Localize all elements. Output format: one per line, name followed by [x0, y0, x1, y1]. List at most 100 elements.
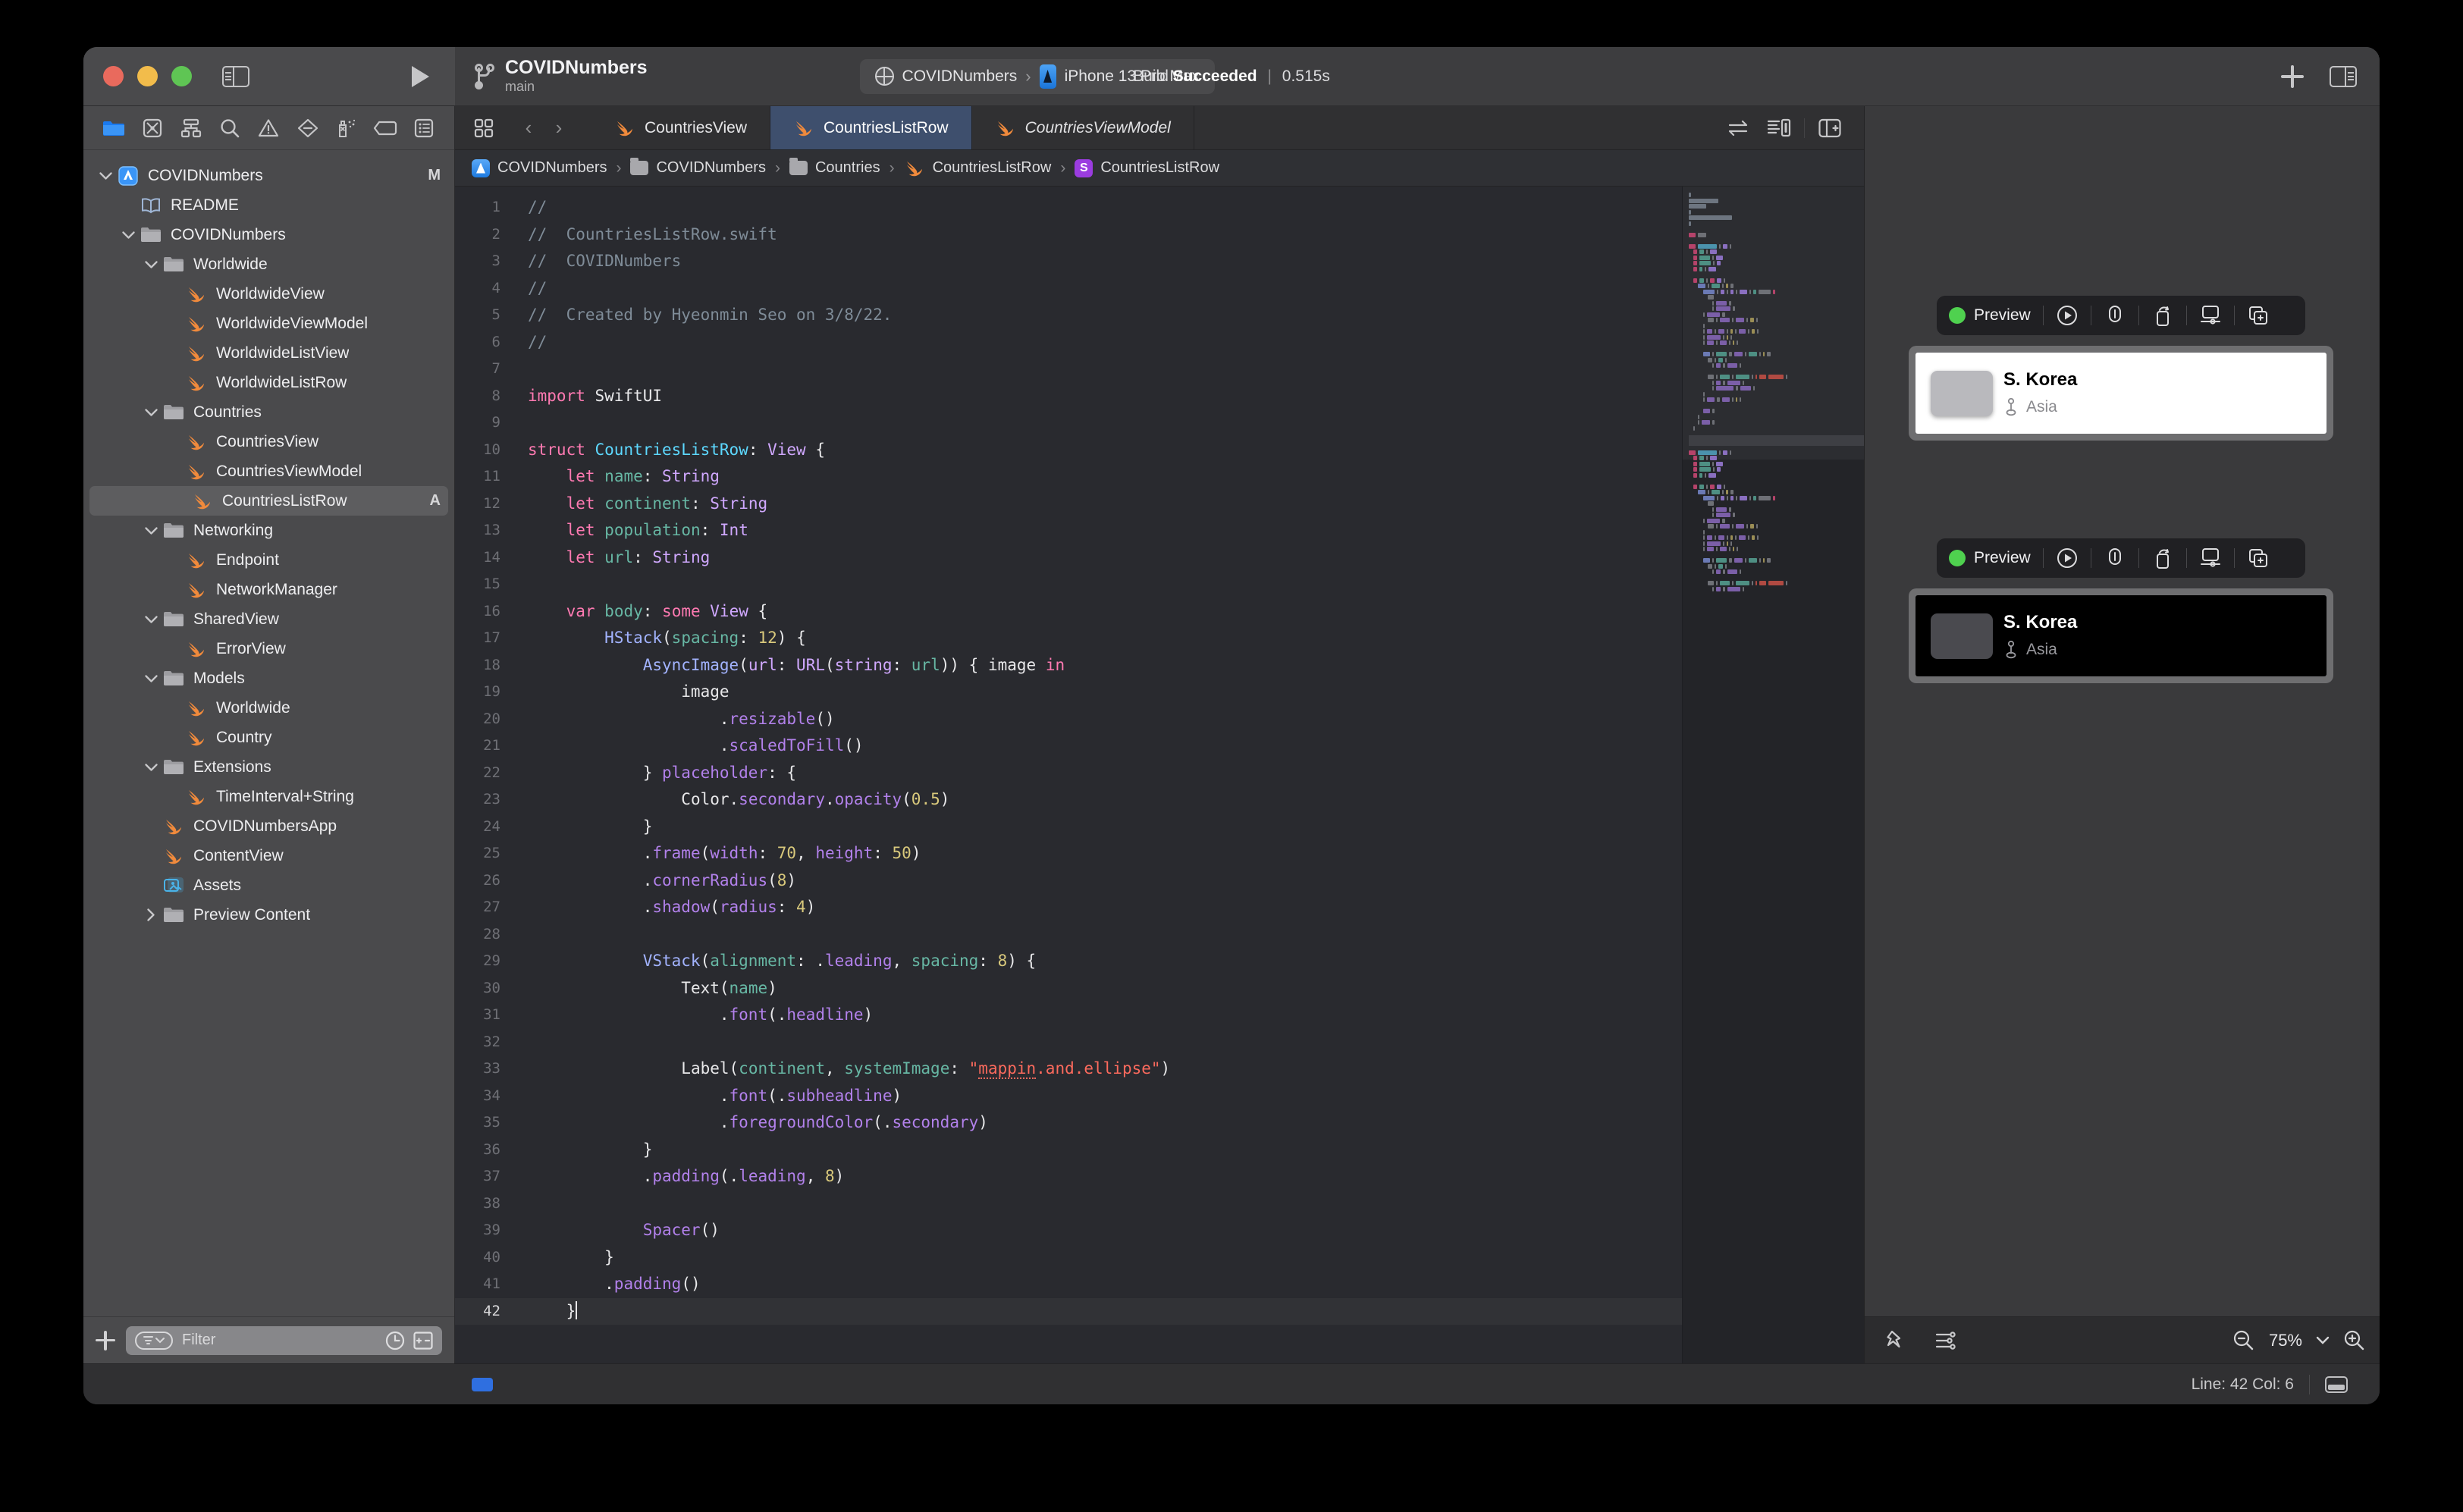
filter-input[interactable]: Filter: [126, 1326, 442, 1355]
code-line[interactable]: 26 .cornerRadius(8): [455, 867, 1682, 895]
file-tree-row[interactable]: Networking: [83, 516, 454, 545]
file-tree-row[interactable]: COVIDNumbersM: [83, 161, 454, 190]
code-line[interactable]: 18 AsyncImage(url: URL(string: url)) { i…: [455, 652, 1682, 679]
preview-live-toggle[interactable]: Preview: [1949, 306, 2043, 325]
navigate-back-icon[interactable]: ‹: [513, 116, 544, 140]
device-settings-icon[interactable]: [2187, 305, 2234, 326]
breadcrumb-item[interactable]: SCountriesListRow: [1075, 159, 1219, 177]
code-line[interactable]: 12 let continent: String: [455, 491, 1682, 518]
symbol-hierarchy-icon[interactable]: [171, 113, 210, 143]
toggle-debug-area-icon[interactable]: [2325, 1376, 2348, 1393]
code-line[interactable]: 13 let population: Int: [455, 517, 1682, 544]
sliders-icon[interactable]: [1930, 1331, 1963, 1350]
add-file-button[interactable]: [96, 1331, 115, 1350]
search-icon[interactable]: [211, 113, 249, 143]
file-tree-row[interactable]: Endpoint: [83, 545, 454, 575]
toggle-inspector-icon[interactable]: [2330, 66, 2357, 87]
source-code-editor[interactable]: 1//2// CountriesListRow.swift3// COVIDNu…: [455, 187, 1682, 1363]
inspect-icon[interactable]: [2091, 547, 2138, 569]
file-tree-row[interactable]: Country: [83, 723, 454, 752]
build-status-bar[interactable]: Build Succeeded | 0.515s: [1133, 67, 1330, 86]
code-line[interactable]: 8import SwiftUI: [455, 383, 1682, 410]
code-line[interactable]: 6//: [455, 329, 1682, 356]
code-line[interactable]: 31 .font(.headline): [455, 1002, 1682, 1029]
chevron-down-icon[interactable]: [118, 231, 138, 240]
file-tree-row[interactable]: Worldwide: [83, 249, 454, 279]
chevron-down-icon[interactable]: [2316, 1335, 2330, 1345]
chevron-down-icon[interactable]: [96, 171, 115, 180]
file-tree-row[interactable]: CountriesViewModel: [83, 456, 454, 486]
code-line[interactable]: 27 .shadow(radius: 4): [455, 894, 1682, 921]
file-tree-row[interactable]: Extensions: [83, 752, 454, 782]
device-settings-icon[interactable]: [2187, 547, 2234, 569]
code-line[interactable]: 28: [455, 921, 1682, 949]
file-tree-row[interactable]: Models: [83, 663, 454, 693]
breadcrumb-item[interactable]: COVIDNumbers: [472, 159, 607, 177]
close-window-button[interactable]: [103, 66, 124, 86]
code-line[interactable]: 22 } placeholder: {: [455, 760, 1682, 787]
code-line[interactable]: 33 Label(continent, systemImage: "mappin…: [455, 1056, 1682, 1083]
code-line[interactable]: 15: [455, 571, 1682, 598]
file-tree-row[interactable]: WorldwideListRow: [83, 368, 454, 397]
breadcrumb-item[interactable]: Countries: [789, 159, 880, 177]
preview-device-frame[interactable]: S. KoreaAsia: [1909, 588, 2333, 683]
code-line[interactable]: 3// COVIDNumbers: [455, 248, 1682, 275]
breadcrumb[interactable]: COVIDNumbers›COVIDNumbers›Countries›Coun…: [455, 150, 1864, 187]
file-tree-row[interactable]: Worldwide: [83, 693, 454, 723]
filter-options-icon[interactable]: [135, 1332, 173, 1350]
add-editor-pane-icon[interactable]: [1809, 118, 1850, 138]
file-tree-row[interactable]: Preview Content: [83, 900, 454, 930]
file-tree-row[interactable]: SharedView: [83, 604, 454, 634]
editor-tab[interactable]: CountriesView: [591, 106, 770, 149]
chevron-down-icon[interactable]: [141, 260, 161, 269]
duplicate-icon[interactable]: [2235, 305, 2282, 326]
file-tree-row[interactable]: README: [83, 190, 454, 220]
file-tree-row[interactable]: CountriesView: [83, 427, 454, 456]
editor-layout-icon[interactable]: [467, 118, 500, 138]
file-tree-row[interactable]: WorldwideListView: [83, 338, 454, 368]
file-tree-row[interactable]: CountriesListRowA: [89, 486, 448, 516]
editor-tab[interactable]: CountriesViewModel: [972, 106, 1194, 149]
code-line[interactable]: 38: [455, 1190, 1682, 1218]
rotate-device-icon[interactable]: [2139, 547, 2186, 569]
code-line[interactable]: 14 let url: String: [455, 544, 1682, 572]
folder-icon[interactable]: [94, 113, 133, 143]
chevron-down-icon[interactable]: [141, 763, 161, 772]
report-list-icon[interactable]: [405, 113, 444, 143]
code-line[interactable]: 34 .font(.subheadline): [455, 1083, 1682, 1110]
related-items-swap-icon[interactable]: [1718, 119, 1759, 137]
code-line[interactable]: 1//: [455, 194, 1682, 221]
code-line[interactable]: 35 .foregroundColor(.secondary): [455, 1109, 1682, 1137]
chevron-down-icon[interactable]: [141, 526, 161, 535]
pin-icon[interactable]: [1878, 1329, 1912, 1352]
inspect-icon[interactable]: [2091, 304, 2138, 327]
rotate-device-icon[interactable]: [2139, 304, 2186, 327]
code-line[interactable]: 10struct CountriesListRow: View {: [455, 437, 1682, 464]
code-line[interactable]: 39 Spacer(): [455, 1217, 1682, 1244]
code-line[interactable]: 2// CountriesListRow.swift: [455, 221, 1682, 249]
debug-spray-icon[interactable]: [327, 113, 366, 143]
file-tree-row[interactable]: ContentView: [83, 841, 454, 870]
code-line[interactable]: 21 .scaledToFill(): [455, 732, 1682, 760]
code-line[interactable]: 23 Color.secondary.opacity(0.5): [455, 786, 1682, 814]
play-circle-icon[interactable]: [2044, 304, 2091, 327]
code-line[interactable]: 20 .resizable(): [455, 706, 1682, 733]
run-button[interactable]: [412, 66, 429, 87]
code-line[interactable]: 32: [455, 1029, 1682, 1056]
zoom-in-icon[interactable]: [2343, 1329, 2366, 1352]
breadcrumb-item[interactable]: COVIDNumbers: [630, 159, 765, 177]
file-tree-row[interactable]: COVIDNumbersApp: [83, 811, 454, 841]
code-line[interactable]: 17 HStack(spacing: 12) {: [455, 625, 1682, 652]
preview-live-toggle[interactable]: Preview: [1949, 549, 2043, 567]
zoom-window-button[interactable]: [171, 66, 192, 86]
code-line[interactable]: 4//: [455, 275, 1682, 303]
file-tree-row[interactable]: COVIDNumbers: [83, 220, 454, 249]
test-diamond-icon[interactable]: [288, 113, 327, 143]
duplicate-icon[interactable]: [2235, 547, 2282, 569]
navigate-forward-icon[interactable]: ›: [544, 116, 574, 140]
chevron-down-icon[interactable]: [141, 615, 161, 624]
code-line[interactable]: 41 .padding(): [455, 1271, 1682, 1298]
code-line[interactable]: 30 Text(name): [455, 975, 1682, 1002]
chevron-down-icon[interactable]: [141, 674, 161, 683]
zoom-out-icon[interactable]: [2232, 1329, 2255, 1352]
